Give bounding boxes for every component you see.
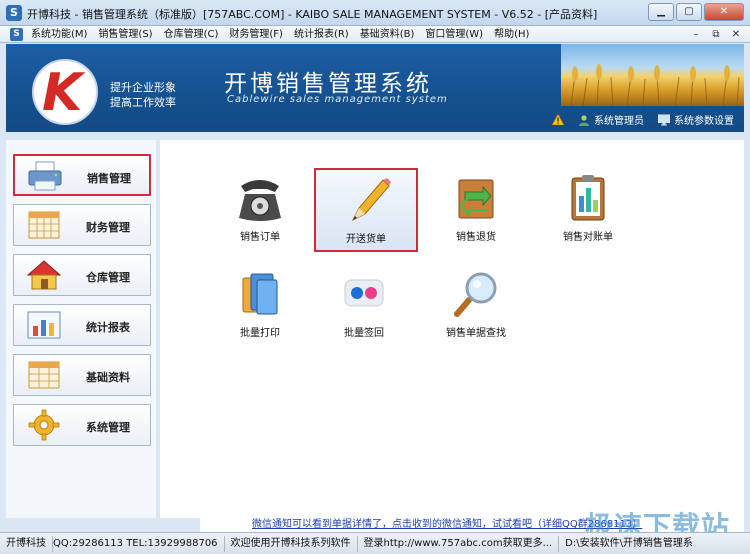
menu-reports[interactable]: 统计报表(R) — [294, 27, 349, 42]
window-title: 开博科技 - 销售管理系统（标准版）[757ABC.COM] - KAIBO S… — [27, 8, 598, 21]
sidebar-item-warehouse[interactable]: 仓库管理 — [13, 254, 151, 296]
house-icon — [26, 260, 62, 290]
main-workspace: 销售订单 开送货单 销售退货 销售对账单 批量打印 批量签回 销售单据查找 — [160, 140, 744, 518]
clipboard-chart-icon — [571, 175, 605, 221]
settings-link-label: 系统参数设置 — [674, 116, 734, 127]
app-banner-subtitle: Cablewire sales management system — [227, 94, 448, 105]
menu-bar: S 系统功能(M) 销售管理(S) 仓库管理(C) 财务管理(F) 统计报表(R… — [0, 26, 750, 43]
sidebar-item-finance[interactable]: 财务管理 — [13, 204, 151, 246]
telephone-icon — [239, 180, 281, 221]
banner-links: 系统管理员 系统参数设置 — [552, 112, 734, 127]
app-icon: S — [6, 5, 22, 21]
sidebar-item-system[interactable]: 系统管理 — [13, 404, 151, 446]
header-banner: K 提升企业形象 提高工作效率 开博销售管理系统 Cablewire sales… — [6, 44, 744, 132]
tile-delivery-note[interactable]: 开送货单 — [314, 168, 418, 252]
menu-window[interactable]: 窗口管理(W) — [425, 27, 483, 42]
warning-icon[interactable] — [552, 114, 564, 125]
status-login-link[interactable]: 登录http://www.757abc.com获取更多... — [358, 535, 560, 552]
tile-sales-doc-search[interactable]: 销售单据查找 — [426, 268, 526, 348]
user-icon — [579, 114, 589, 126]
menu-items: 系统功能(M) 销售管理(S) 仓库管理(C) 财务管理(F) 统计报表(R) … — [31, 27, 529, 42]
return-box-icon — [458, 179, 494, 219]
flickr-dots-icon — [344, 279, 384, 307]
menu-basic-data[interactable]: 基础资料(B) — [360, 27, 415, 42]
tile-label: 销售对账单 — [563, 232, 613, 243]
tile-label: 销售退货 — [456, 232, 496, 243]
minimize-button[interactable]: ▁ — [648, 3, 674, 21]
menu-system[interactable]: 系统功能(M) — [31, 27, 87, 42]
slogan-line-2: 提高工作效率 — [110, 96, 176, 109]
logo-letter: K — [42, 63, 83, 123]
mdi-close-button[interactable]: ✕ — [730, 28, 742, 41]
settings-link[interactable]: 系统参数设置 — [658, 112, 734, 127]
tile-label: 销售订单 — [240, 232, 280, 243]
tile-batch-signback[interactable]: 批量签回 — [314, 268, 414, 348]
tile-label: 开送货单 — [346, 234, 386, 245]
menu-finance[interactable]: 财务管理(F) — [229, 27, 283, 42]
sidebar-item-basic-data[interactable]: 基础资料 — [13, 354, 151, 396]
sidebar-item-reports[interactable]: 统计报表 — [13, 304, 151, 346]
status-company: 开博科技 — [0, 535, 53, 552]
menu-help[interactable]: 帮助(H) — [494, 27, 529, 42]
pencil-icon — [351, 178, 391, 222]
tile-label: 批量签回 — [344, 328, 384, 339]
mdi-minimize-button[interactable]: – — [690, 28, 702, 41]
mdi-controls: – ⧉ ✕ — [690, 28, 742, 41]
slogan: 提升企业形象 提高工作效率 — [110, 80, 176, 110]
app-banner-title: 开博销售管理系统 — [224, 71, 432, 97]
admin-link[interactable]: 系统管理员 — [578, 112, 644, 127]
status-contact: QQ:29286113 TEL:13929988706 — [53, 535, 225, 552]
sidebar-item-label: 基础资料 — [86, 371, 130, 384]
tile-label: 销售单据查找 — [446, 328, 506, 339]
magnifier-icon — [454, 272, 497, 317]
sidebar-item-label: 统计报表 — [86, 321, 130, 334]
calendar-grid-icon — [28, 211, 60, 239]
bar-chart-icon — [27, 311, 61, 339]
sidebar-item-sales[interactable]: 销售管理 — [13, 154, 151, 196]
tile-sales-statement[interactable]: 销售对账单 — [538, 172, 638, 252]
wheat-field-image — [561, 44, 744, 107]
slogan-line-1: 提升企业形象 — [110, 81, 176, 94]
admin-link-label: 系统管理员 — [594, 116, 644, 127]
gear-icon — [28, 409, 60, 441]
sidebar-item-label: 销售管理 — [87, 172, 131, 185]
table-icon — [28, 361, 60, 389]
menu-warehouse[interactable]: 仓库管理(C) — [164, 27, 219, 42]
tile-label: 批量打印 — [240, 328, 280, 339]
window-controls: ▁ ▢ ✕ — [648, 3, 744, 21]
sidebar-item-label: 仓库管理 — [86, 271, 130, 284]
mdi-restore-button[interactable]: ⧉ — [710, 28, 722, 41]
tile-batch-print[interactable]: 批量打印 — [210, 268, 310, 348]
folders-icon — [242, 273, 278, 315]
status-welcome: 欢迎使用开博科技系列软件 — [225, 535, 358, 552]
monitor-icon — [658, 114, 670, 125]
wheat-field-graphic — [570, 64, 740, 107]
printer-icon — [28, 161, 62, 191]
close-button[interactable]: ✕ — [704, 3, 744, 21]
menu-app-icon[interactable]: S — [10, 28, 23, 41]
sidebar-item-label: 系统管理 — [86, 421, 130, 434]
tile-sales-return[interactable]: 销售退货 — [426, 172, 526, 252]
status-bar: 开博科技 QQ:29286113 TEL:13929988706 欢迎使用开博科… — [0, 532, 750, 554]
status-install-path: D:\安装软件\开博销售管理系 — [565, 537, 693, 549]
title-bar: S 开博科技 - 销售管理系统（标准版）[757ABC.COM] - KAIBO… — [0, 0, 750, 26]
menu-sales[interactable]: 销售管理(S) — [98, 27, 152, 42]
module-sidebar: 销售管理 财务管理 仓库管理 统计报表 基础资料 系统管理 — [6, 140, 156, 518]
sidebar-item-label: 财务管理 — [86, 221, 130, 234]
kaibo-logo: K — [32, 59, 98, 125]
tile-sales-order[interactable]: 销售订单 — [210, 172, 310, 252]
maximize-button[interactable]: ▢ — [676, 3, 702, 21]
